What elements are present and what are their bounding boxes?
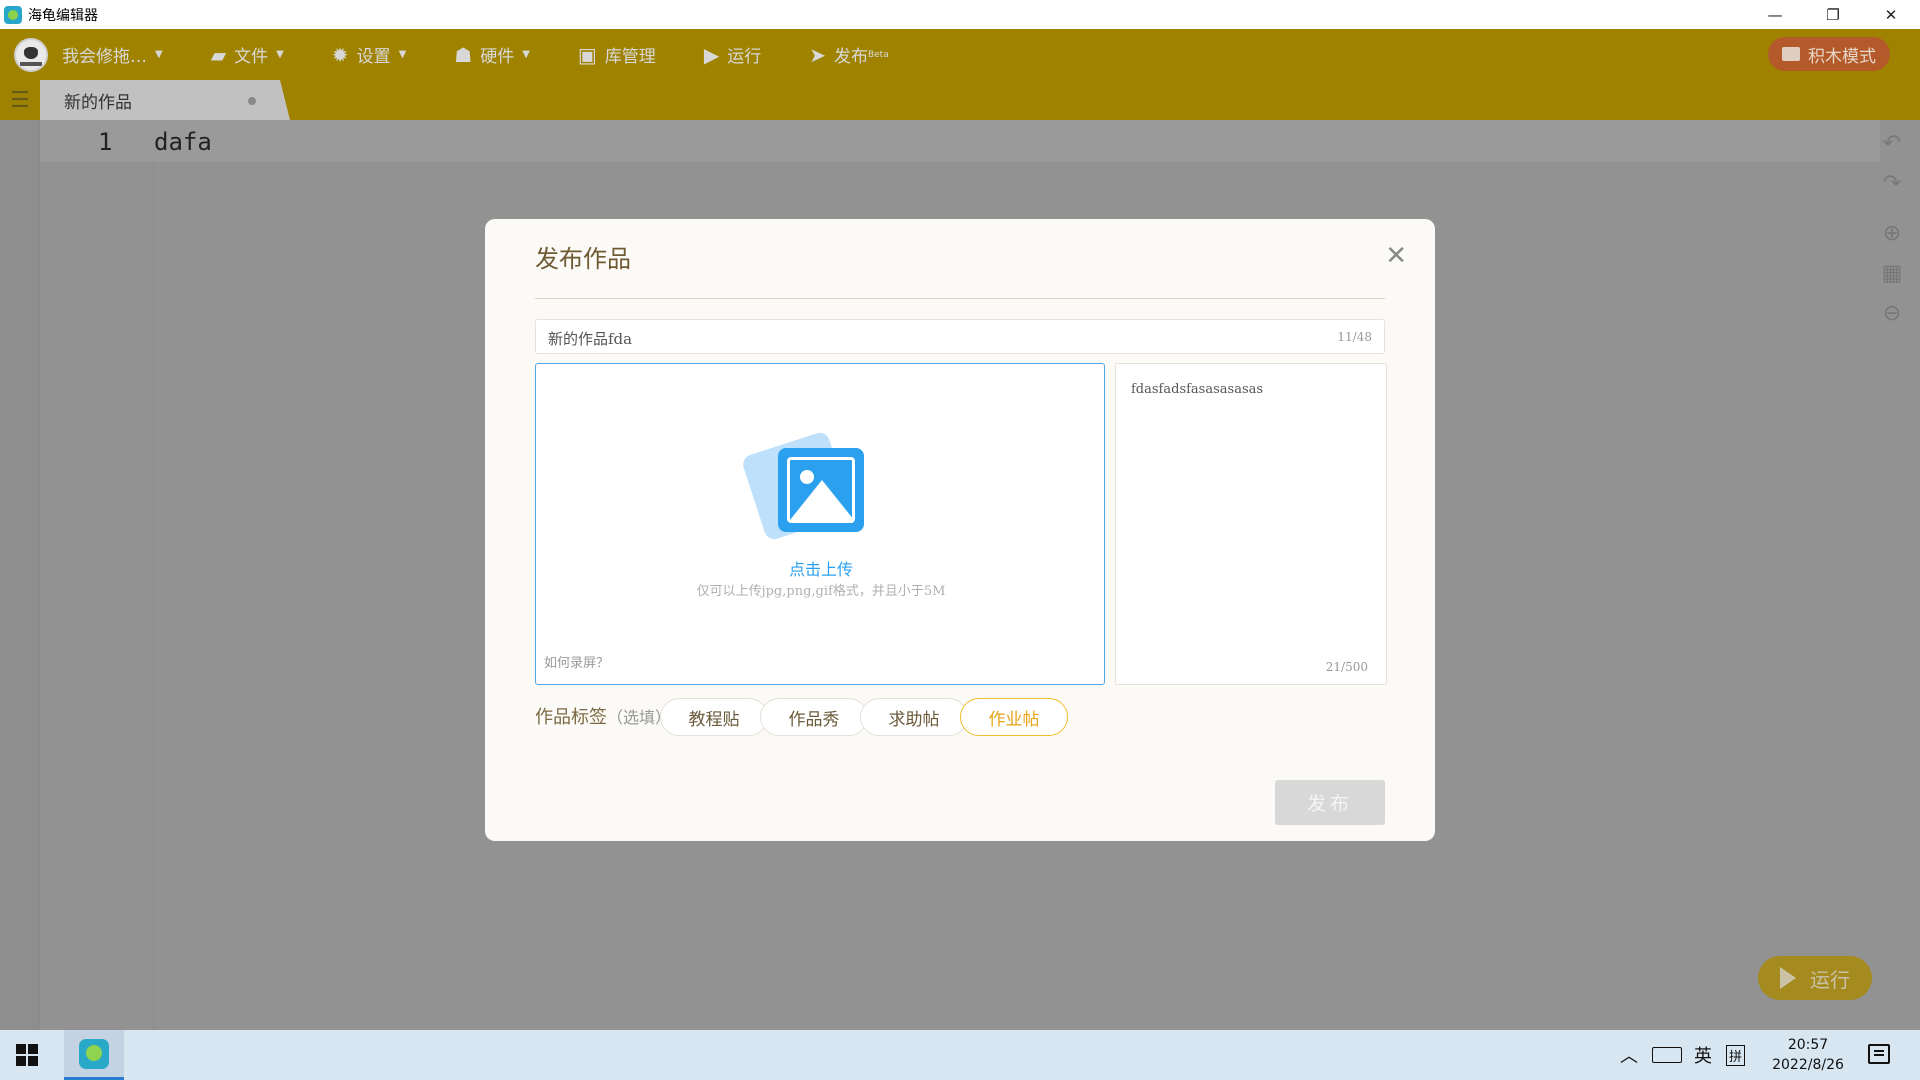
window-controls: — ❐ ✕: [1746, 0, 1920, 29]
publish-button[interactable]: 发布: [1275, 780, 1385, 825]
tag-help[interactable]: 求助帖: [860, 698, 968, 736]
tags-label-text: 作品标签: [535, 707, 607, 728]
keyboard-icon[interactable]: [1652, 1047, 1682, 1063]
menu-hardware-label: 硬件: [480, 47, 515, 67]
hardware-icon: ☗: [454, 42, 473, 67]
zoom-in-icon[interactable]: ⊕: [1879, 220, 1905, 246]
sidebar-toggle-icon[interactable]: ☰: [0, 80, 40, 120]
line-number: 1: [98, 128, 113, 156]
block-mode-label: 积木模式: [1808, 46, 1876, 67]
tab-bar: ☰ 新的作品: [0, 80, 1920, 120]
menu-file-label: 文件: [234, 47, 269, 67]
app-logo-icon: [79, 1038, 109, 1069]
tab-new-work[interactable]: 新的作品: [40, 80, 290, 120]
reset-zoom-icon[interactable]: ▦: [1879, 260, 1905, 286]
description-textarea[interactable]: fdasfadsfasasasasas 21/500: [1115, 363, 1387, 685]
taskbar: ︿ 英 拼 20:57 2022/8/26: [0, 1030, 1920, 1080]
gear-icon: ✹: [331, 42, 349, 67]
minimize-button[interactable]: —: [1746, 0, 1804, 29]
tag-showcase[interactable]: 作品秀: [760, 698, 868, 736]
chevron-down-icon: ▼: [398, 49, 407, 60]
undo-icon[interactable]: ↶: [1879, 130, 1905, 156]
menu-run-label: 运行: [727, 47, 762, 67]
title-bar: 海龟编辑器 — ❐ ✕: [0, 0, 1920, 29]
chevron-up-icon[interactable]: ︿: [1620, 1042, 1638, 1068]
zoom-out-icon[interactable]: ⊖: [1879, 300, 1905, 326]
run-button[interactable]: 运行: [1758, 956, 1872, 1000]
play-circle-icon: ▶: [703, 42, 720, 67]
tag-tutorial[interactable]: 教程贴: [660, 698, 768, 736]
menu-run[interactable]: ▶ 运行: [700, 29, 765, 80]
menu-settings[interactable]: ✹ 设置 ▼: [328, 29, 410, 80]
cover-upload-area[interactable]: 点击上传 仅可以上传jpg,png,gif格式，并且小于5M 如何录屏？: [535, 363, 1105, 685]
clock-time: 20:57: [1787, 1037, 1829, 1053]
dialog-title: 发布作品: [535, 245, 631, 273]
line-gutter: [40, 120, 154, 1030]
library-icon: ▣: [577, 42, 597, 67]
how-to-record-link[interactable]: 如何录屏？: [544, 652, 609, 671]
menu-publish-label: 发布: [833, 47, 868, 67]
ime-mode[interactable]: 拼: [1726, 1044, 1746, 1066]
description-value: fdasfadsfasasasasas: [1131, 382, 1264, 397]
taskbar-app-turtle-editor[interactable]: [64, 1030, 124, 1080]
run-button-label: 运行: [1810, 967, 1850, 992]
close-window-button[interactable]: ✕: [1862, 0, 1920, 29]
menu-publish[interactable]: ➤ 发布 Beta: [805, 29, 893, 80]
restore-button[interactable]: ❐: [1804, 0, 1862, 29]
clock[interactable]: 20:57 2022/8/26: [1760, 1035, 1856, 1075]
play-icon: [1780, 967, 1796, 989]
publish-dialog: 发布作品 ✕ 新的作品fda 11/48 点击上传 仅可以上传jpg,png,g…: [485, 219, 1435, 841]
folder-icon: ▰: [210, 42, 227, 67]
tag-homework[interactable]: 作业帖: [960, 698, 1068, 736]
side-panel: [0, 120, 40, 1030]
work-name-input[interactable]: 新的作品fda 11/48: [535, 319, 1385, 354]
menu-hardware[interactable]: ☗ 硬件 ▼: [450, 29, 534, 80]
editor-tools: ↶ ↷ ⊕ ▦ ⊖: [1878, 130, 1906, 340]
menu-user-label: 我会修拖…: [62, 47, 147, 67]
tab-label: 新的作品: [64, 92, 132, 113]
work-name-value: 新的作品fda: [548, 330, 633, 348]
notification-icon[interactable]: [1868, 1044, 1890, 1064]
system-tray: ︿ 英 拼: [1620, 1030, 1759, 1080]
chevron-down-icon: ▼: [522, 49, 530, 60]
tags-label: 作品标签（选填）: [535, 703, 671, 729]
upload-hint: 仅可以上传jpg,png,gif格式，并且小于5M: [696, 584, 946, 599]
menu-library-label: 库管理: [604, 47, 656, 67]
description-counter: 21/500: [1325, 660, 1368, 674]
block-mode-button[interactable]: 积木模式: [1768, 37, 1890, 71]
menu-user[interactable]: 我会修拖… ▼: [58, 29, 167, 80]
redo-icon[interactable]: ↷: [1879, 170, 1905, 196]
app-logo-icon: [4, 5, 22, 24]
window-title: 海龟编辑器: [28, 7, 98, 24]
current-line-highlight: [40, 120, 1880, 162]
divider: [535, 298, 1385, 299]
windows-start-icon[interactable]: [16, 1044, 38, 1066]
close-icon[interactable]: ✕: [1385, 241, 1407, 271]
menu-bar: 我会修拖… ▼ ▰ 文件 ▼ ✹ 设置 ▼ ☗ 硬件 ▼ ▣ 库管理 ▶ 运行 …: [0, 29, 1920, 80]
user-avatar[interactable]: [14, 37, 48, 72]
menu-library[interactable]: ▣ 库管理: [574, 29, 660, 80]
upload-link[interactable]: 点击上传: [536, 556, 1106, 580]
chevron-down-icon: ▼: [155, 49, 163, 60]
paper-plane-icon: ➤: [809, 42, 826, 67]
code-line[interactable]: dafa: [154, 128, 212, 156]
menu-file[interactable]: ▰ 文件 ▼: [207, 29, 288, 80]
ime-language[interactable]: 英: [1694, 1042, 1712, 1068]
clock-date: 2022/8/26: [1772, 1057, 1844, 1073]
blocks-icon: [1782, 47, 1800, 61]
unsaved-dot-icon: [248, 97, 256, 105]
work-name-counter: 11/48: [1337, 330, 1372, 344]
beta-badge: Beta: [867, 49, 889, 60]
image-upload-icon: [740, 428, 868, 542]
menu-settings-label: 设置: [356, 47, 391, 67]
chevron-down-icon: ▼: [276, 49, 284, 60]
